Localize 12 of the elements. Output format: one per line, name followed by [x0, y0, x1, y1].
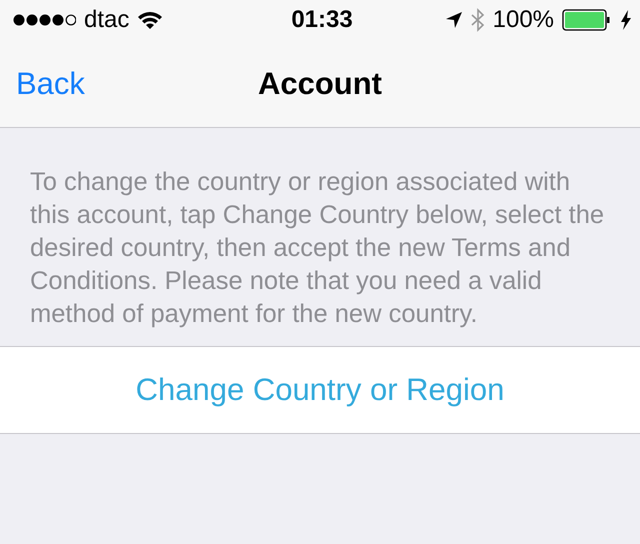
- signal-icon: [12, 13, 76, 27]
- back-button[interactable]: Back: [16, 66, 85, 102]
- charging-bolt-icon: [620, 9, 632, 31]
- carrier-name: dtac: [84, 6, 130, 34]
- battery-icon: [562, 9, 612, 31]
- screen-title: Account: [258, 66, 382, 102]
- location-arrow-icon: [444, 11, 463, 29]
- wifi-icon: [137, 10, 164, 30]
- clock-time: 01:33: [291, 6, 353, 34]
- bluetooth-icon: [470, 8, 485, 32]
- description-text: To change the country or region associated with this account, tap Change Country below, select the desired country, then accept the new Terms and Conditions. Please note that you need a valid method of payment for the new country.: [30, 167, 606, 330]
- battery-percentage: 100%: [492, 6, 554, 34]
